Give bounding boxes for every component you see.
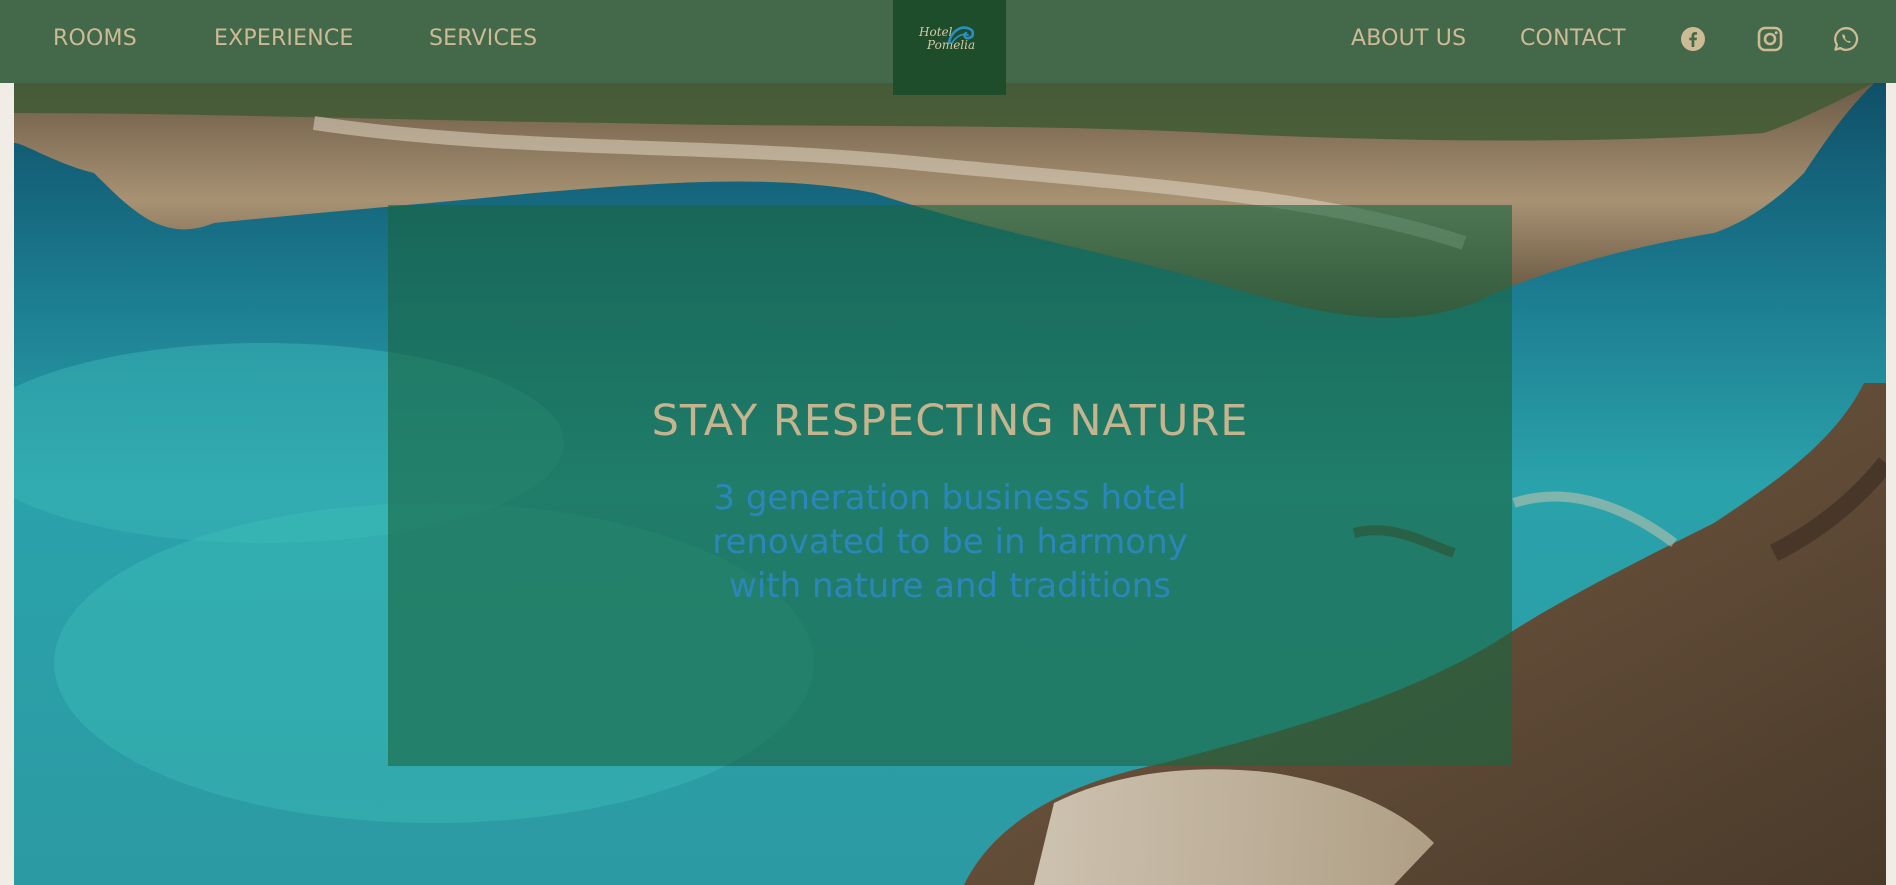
facebook-icon[interactable] bbox=[1680, 26, 1706, 52]
nav-services-link[interactable]: SERVICES bbox=[429, 0, 537, 78]
nav-about-link[interactable]: ABOUT US bbox=[1351, 0, 1466, 78]
hero-section: STAY RESPECTING NATURE 3 generation busi… bbox=[14, 83, 1886, 885]
nav-experience-link[interactable]: EXPERIENCE bbox=[214, 0, 354, 78]
wave-icon bbox=[946, 22, 976, 50]
hero-subtitle: 3 generation business hotel renovated to… bbox=[712, 478, 1188, 606]
hero-overlay-panel: STAY RESPECTING NATURE 3 generation busi… bbox=[388, 205, 1512, 766]
whatsapp-icon[interactable] bbox=[1833, 26, 1859, 52]
instagram-icon[interactable] bbox=[1757, 26, 1783, 52]
hero-title: STAY RESPECTING NATURE bbox=[651, 396, 1249, 446]
nav-rooms-link[interactable]: ROOMS bbox=[53, 0, 137, 78]
hotel-logo[interactable]: Hotel Pomelia bbox=[893, 0, 1006, 95]
nav-contact-link[interactable]: CONTACT bbox=[1520, 0, 1626, 78]
